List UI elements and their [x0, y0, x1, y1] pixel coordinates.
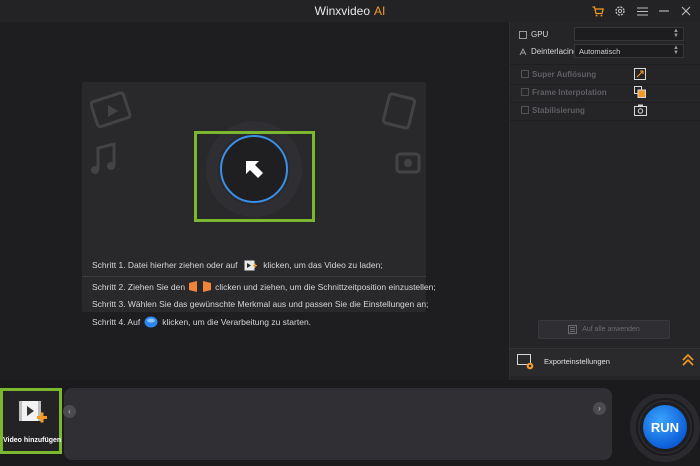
add-video-label: Video hinzufügen: [3, 437, 62, 444]
run-button[interactable]: RUN: [640, 402, 690, 452]
apply-all-icon: [568, 325, 578, 334]
frame-interpolation-checkbox[interactable]: [521, 88, 529, 96]
camera-icon[interactable]: [634, 104, 647, 116]
step2-text-b: clicken und ziehen, um die Schnittzeitpo…: [215, 281, 436, 292]
scroll-left-button[interactable]: ‹: [63, 405, 76, 418]
deinterlacing-select[interactable]: Automatisch ▲ ▼: [574, 44, 684, 58]
feature-stabilization[interactable]: Stabilisierung: [510, 102, 700, 120]
add-video-small-icon: [244, 260, 257, 271]
frame-interpolation-label: Frame Interpolation: [532, 88, 607, 97]
export-settings-label: Exporteinstellungen: [544, 357, 610, 366]
menu-icon[interactable]: [634, 3, 650, 19]
music-decoration-icon: [91, 142, 116, 174]
gpu-label: GPU: [531, 30, 549, 39]
step4-text-a: Schritt 4. Auf: [92, 317, 141, 327]
stabilization-label: Stabilisierung: [532, 106, 585, 115]
chevron-double-up-icon[interactable]: [682, 353, 694, 367]
camera-decoration-icon: [395, 152, 421, 174]
step1-text-b: klicken, um das Video zu laden;: [263, 260, 383, 270]
run-area: RUN: [630, 394, 700, 466]
separator: [510, 64, 700, 65]
step2-text-a: Schritt 2. Ziehen Sie den: [92, 281, 186, 292]
apply-to-all-label: Auf alle anwenden: [582, 326, 640, 333]
run-label: RUN: [650, 419, 680, 435]
chevron-left-icon: ‹: [68, 407, 71, 416]
feature-frame-interpolation[interactable]: Frame Interpolation: [510, 84, 700, 102]
trim-handles-icon: [189, 281, 212, 292]
export-settings-icon: [517, 354, 534, 370]
step2-text: Schritt 2. Ziehen Sie den clicken und zi…: [92, 281, 436, 292]
settings-panel: GPU ▲ ▼ Deinterlacing Automatisch ▲ ▼ Supe…: [509, 22, 700, 380]
app-suffix-ai: AI: [374, 4, 386, 18]
add-video-button[interactable]: Video hinzufügen: [0, 388, 62, 454]
select-arrows-icon: ▲ ▼: [673, 45, 679, 56]
step1-text-a: Schritt 1. Datei hierher ziehen oder auf: [92, 260, 238, 270]
upscale-icon[interactable]: [634, 68, 646, 80]
apply-to-all-button[interactable]: Auf alle anwenden: [538, 320, 670, 339]
deinterlacing-select-value: Automatisch: [579, 47, 621, 56]
bottom-bar: ‹ › Video hinzufügen RUN: [0, 380, 700, 466]
cart-icon[interactable]: [590, 3, 606, 19]
frames-icon[interactable]: [634, 86, 646, 98]
app-name: Winxvideo: [314, 4, 370, 18]
super-resolution-label: Super Auflösung: [532, 70, 597, 79]
select-arrows-icon: ▲ ▼: [673, 28, 679, 39]
export-settings-bar[interactable]: Exporteinstellungen: [510, 348, 700, 376]
image-decoration-icon: [382, 92, 417, 130]
gpu-row: GPU: [519, 30, 548, 39]
add-video-icon: [19, 401, 47, 423]
scroll-right-button[interactable]: ›: [593, 402, 606, 415]
separator: [510, 120, 700, 121]
close-icon[interactable]: [678, 3, 694, 19]
deinterlacing-label: Deinterlacing: [531, 47, 578, 56]
step3-text-a: Schritt 3. Wählen Sie das gewünschte Mer…: [92, 299, 429, 309]
stabilization-checkbox[interactable]: [521, 106, 529, 114]
super-resolution-checkbox[interactable]: [521, 70, 529, 78]
deinterlacing-row: Deinterlacing: [519, 47, 578, 56]
highlight-box-upload: [194, 131, 315, 222]
film-decoration-icon: [90, 91, 132, 129]
gpu-select[interactable]: ▲ ▼: [574, 27, 684, 41]
preview-area: Schritt 1. Datei hierher ziehen oder auf…: [0, 22, 509, 380]
video-list-area: [64, 388, 612, 460]
gpu-checkbox[interactable]: [519, 30, 527, 39]
minimize-icon[interactable]: [656, 3, 672, 19]
step1-text: Schritt 1. Datei hierher ziehen oder auf…: [92, 260, 383, 271]
run-small-icon: [144, 316, 158, 328]
steps-divider: [82, 276, 426, 277]
step3-text: Schritt 3. Wählen Sie das gewünschte Mer…: [92, 299, 428, 309]
deinterlace-icon: [519, 47, 527, 55]
chevron-right-icon: ›: [598, 404, 601, 413]
settings-gear-icon[interactable]: [612, 3, 628, 19]
feature-super-resolution[interactable]: Super Auflösung: [510, 66, 700, 84]
step4-text-b: klicken, um die Verarbeitung zu starten.: [162, 317, 312, 327]
step4-text: Schritt 4. Auf klicken, um die Verarbeit…: [92, 316, 311, 328]
title-bar: Winxvideo AI: [0, 0, 700, 22]
